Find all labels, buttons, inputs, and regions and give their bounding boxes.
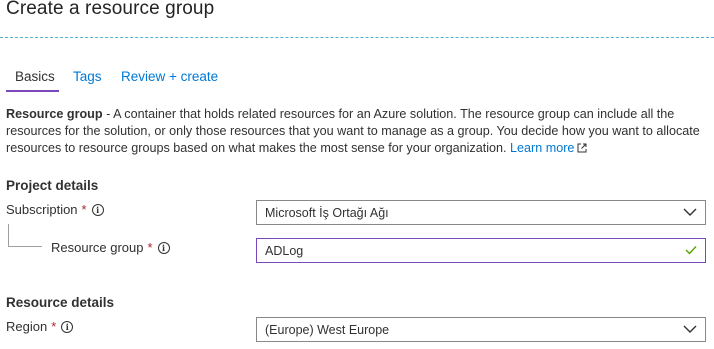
subscription-label: Subscription * i bbox=[6, 202, 104, 217]
description: Resource group - A container that holds … bbox=[6, 106, 706, 157]
info-icon[interactable]: i bbox=[61, 320, 74, 333]
tree-connector-vertical bbox=[8, 224, 9, 246]
tab-basics[interactable]: Basics bbox=[15, 69, 55, 84]
external-link-icon bbox=[577, 143, 587, 153]
resource-group-label-text: Resource group bbox=[51, 240, 144, 255]
region-value: (Europe) West Europe bbox=[265, 322, 390, 337]
info-icon[interactable]: i bbox=[157, 241, 170, 254]
tree-connector-horizontal bbox=[8, 246, 42, 247]
tab-tags[interactable]: Tags bbox=[73, 69, 102, 84]
chevron-down-icon bbox=[683, 208, 697, 216]
region-label: Region * i bbox=[6, 319, 74, 334]
page-title: Create a resource group bbox=[6, 0, 215, 19]
required-marker: * bbox=[51, 319, 57, 334]
tab-review-create[interactable]: Review + create bbox=[121, 69, 218, 84]
resource-details-heading: Resource details bbox=[6, 295, 115, 310]
required-marker: * bbox=[147, 240, 153, 255]
subscription-label-text: Subscription bbox=[6, 202, 78, 217]
chevron-down-icon bbox=[683, 325, 697, 333]
info-icon[interactable]: i bbox=[91, 203, 104, 216]
project-details-heading: Project details bbox=[6, 178, 99, 193]
description-text: - A container that holds related resourc… bbox=[6, 107, 700, 155]
resource-group-input[interactable]: ADLog bbox=[256, 238, 706, 263]
region-label-text: Region bbox=[6, 319, 48, 334]
description-bold: Resource group bbox=[6, 107, 103, 121]
resource-group-label: Resource group * i bbox=[51, 240, 170, 255]
header-divider bbox=[0, 37, 714, 38]
subscription-value: Microsoft İş Ortağı Ağı bbox=[265, 205, 389, 220]
region-dropdown[interactable]: (Europe) West Europe bbox=[256, 317, 706, 342]
required-marker: * bbox=[81, 202, 87, 217]
checkmark-icon bbox=[685, 246, 697, 255]
learn-more-link[interactable]: Learn more bbox=[510, 141, 574, 155]
active-tab-indicator bbox=[6, 90, 59, 92]
resource-group-value: ADLog bbox=[265, 243, 304, 258]
subscription-dropdown[interactable]: Microsoft İş Ortağı Ağı bbox=[256, 200, 706, 225]
